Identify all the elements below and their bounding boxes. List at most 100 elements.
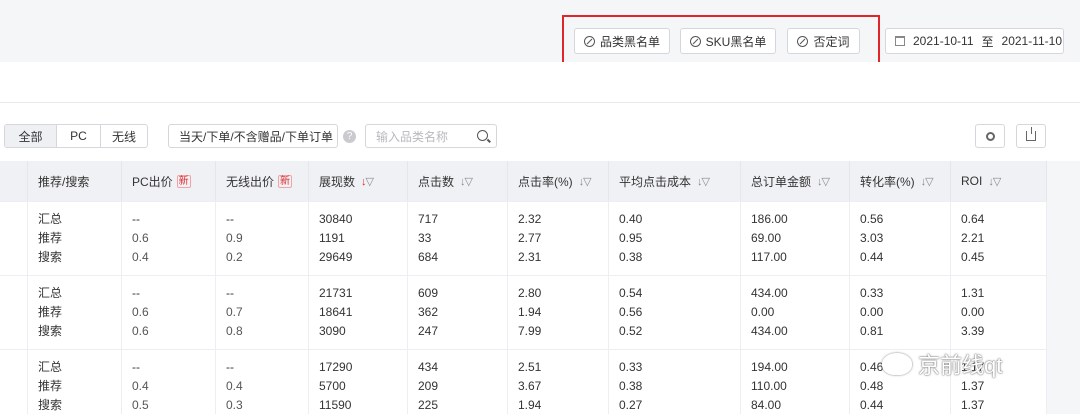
cell-value: 30840 [319,212,353,226]
gear-icon [985,131,995,141]
cell-value: 0.9 [226,231,243,245]
cell-value: 0.33 [860,286,884,300]
tab-pc[interactable]: PC [57,125,101,147]
calendar-icon [895,36,905,46]
row-spacer [0,276,28,349]
table-cell: 0.33 0.00 0.81 [850,276,951,349]
sort-filter-icon[interactable]: ↓▽ [988,175,1001,188]
blacklist-icon [583,35,595,47]
cell-value: 推荐 [38,231,63,245]
cell-value: 609 [418,286,439,300]
cell-value: 0.3 [226,398,243,412]
cell-value: 2.80 [518,286,542,300]
category-search-input[interactable]: 输入品类名称 [365,124,497,148]
table-cell: 0.64 2.21 0.45 [951,202,1047,275]
cell-value: 0.5 [132,398,149,412]
table-cell: 2.80 1.94 7.99 [508,276,609,349]
wechat-icon [882,353,912,375]
table-cell: 0.54 0.56 0.52 [609,276,741,349]
sort-filter-icon[interactable]: ↓▽ [460,175,473,188]
cell-value: 3.39 [961,324,985,338]
cell-value: 434.00 [751,286,788,300]
table-cell: 0.56 3.03 0.44 [850,202,951,275]
cell-value: 推荐 [38,379,63,393]
cell-value: 362 [418,305,439,319]
cell-value: 0.6 [132,231,149,245]
table-cell: 17290 5700 11590 [309,350,408,414]
sort-filter-icon[interactable]: ↓▽ [921,175,934,188]
cell-value: 0.44 [860,250,884,264]
search-icon[interactable] [477,130,488,141]
search-placeholder: 输入品类名称 [376,129,449,144]
header-order-amount[interactable]: 总订单金额 ↓▽ [741,161,850,201]
header-roi[interactable]: ROI ↓▽ [951,161,1047,201]
table-cell: 0.40 0.95 0.38 [609,202,741,275]
date-start: 2021-10-11 [913,34,974,48]
sort-filter-icon[interactable]: ↓▽ [697,175,710,188]
cell-value: 0.38 [619,379,643,393]
cell-value: 117.00 [751,250,787,264]
cell-value: 18641 [319,305,353,319]
header-conversion-rate[interactable]: 转化率(%) ↓▽ [850,161,951,201]
row-spacer [0,350,28,414]
cell-value: 推荐 [38,305,63,319]
content-header-area [0,62,1080,102]
cell-value: 0.52 [619,324,643,338]
cell-value: 0.45 [961,250,985,264]
table-cell: 30840 1191 29649 [309,202,408,275]
cell-value: 84.00 [751,398,782,412]
negative-words-button[interactable]: 否定词 [787,28,860,54]
header-avg-cpc[interactable]: 平均点击成本 ↓▽ [609,161,741,201]
cell-value: 717 [418,212,439,226]
cell-value: 0.44 [860,398,884,412]
help-icon[interactable]: ? [343,130,356,143]
cell-value: 7.99 [518,324,542,338]
download-button[interactable] [1016,124,1046,148]
cell-value: 1.37 [961,398,985,412]
cell-value: 汇总 [38,212,63,226]
cell-value: -- [226,212,234,226]
cell-value: 434 [418,360,439,374]
cell-value: 110.00 [751,379,787,393]
category-blacklist-button[interactable]: 品类黑名单 [574,28,670,54]
order-type-value: 当天/下单/不含赠品/下单订单 [179,129,334,144]
table-cell: -- 0.9 0.2 [216,202,309,275]
table-cell: 434.00 0.00 434.00 [741,276,850,349]
tab-all[interactable]: 全部 [5,125,57,147]
cell-value: 2.31 [518,250,542,264]
cell-value: 29649 [319,250,353,264]
row-spacer [0,202,28,275]
order-type-select[interactable]: 当天/下单/不含赠品/下单订单 [168,124,338,148]
cell-value: 0.64 [961,212,985,226]
cell-value: 3.67 [518,379,542,393]
cell-value: 0.56 [619,305,643,319]
header-clicks[interactable]: 点击数 ↓▽ [408,161,508,201]
tab-wireless[interactable]: 无线 [101,125,147,147]
cell-value: 0.00 [751,305,775,319]
header-impressions[interactable]: 展现数 ↓▽ [309,161,408,201]
sku-blacklist-button[interactable]: SKU黑名单 [680,28,776,54]
table-cell: 汇总 推荐 搜索 [28,276,122,349]
table-cell: 609 362 247 [408,276,508,349]
header-ctr[interactable]: 点击率(%) ↓▽ [508,161,609,201]
cell-value: 0.6 [132,305,149,319]
cell-value: 1.31 [961,286,985,300]
sort-filter-icon[interactable]: ↓▽ [579,175,592,188]
cell-value: 0.00 [961,305,985,319]
sort-filter-icon[interactable]: ↓▽ [361,175,374,188]
cell-value: 3.03 [860,231,884,245]
date-range-picker[interactable]: 2021-10-11 至 2021-11-10 [885,28,1064,54]
blacklist-icon [689,35,701,47]
cell-value: 0.7 [226,305,243,319]
table-row: 汇总 推荐 搜索 -- 0.6 0.4 -- 0.9 0.2 30840 1191 29649 717 3… [0,201,1047,275]
cell-value: 0.4 [132,379,149,393]
device-segmented-control: 全部 PC 无线 [4,124,148,148]
table-cell: 2.51 3.67 1.94 [508,350,609,414]
header-rec-search: 推荐/搜索 [28,161,122,201]
sort-filter-icon[interactable]: ↓▽ [817,175,830,188]
cell-value: 0.54 [619,286,643,300]
cell-value: 搜索 [38,324,63,338]
table-cell: 汇总 推荐 搜索 [28,350,122,414]
cell-value: 21731 [319,286,353,300]
settings-button[interactable] [975,124,1005,148]
